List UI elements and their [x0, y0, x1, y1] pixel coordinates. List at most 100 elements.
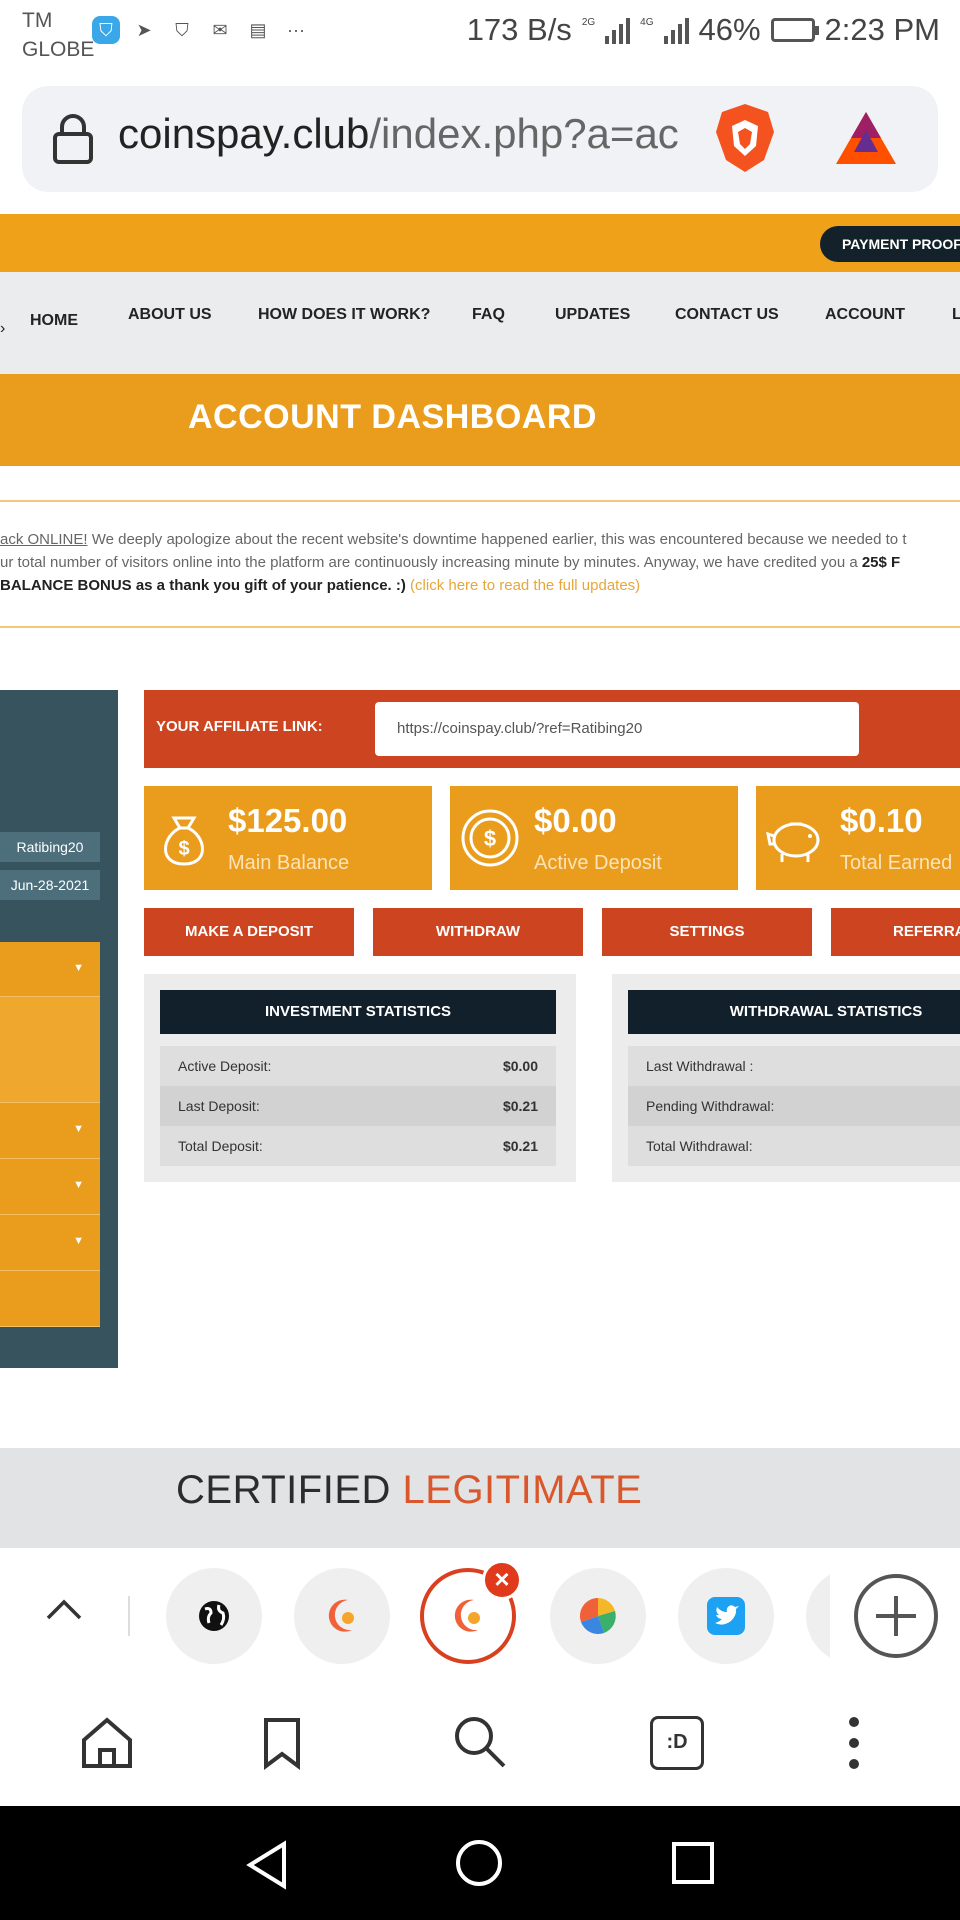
withdrawal-statistics-title: WITHDRAWAL STATISTICS — [628, 990, 960, 1034]
investment-statistics-panel: INVESTMENT STATISTICS Active Deposit: $0.… — [144, 974, 576, 1182]
nav-home[interactable]: HOME — [30, 312, 78, 330]
bat-rewards-icon[interactable] — [834, 108, 898, 168]
affiliate-link-field[interactable]: https://coinspay.club/?ref=Ratibing20 — [375, 702, 859, 756]
shield-app-icon: ⛉ — [92, 16, 120, 44]
home-icon[interactable] — [80, 1716, 134, 1770]
active-deposit-value: $0.00 — [534, 802, 617, 839]
nav-faq[interactable]: FAQ — [472, 306, 505, 324]
sidebar-menu-2[interactable]: ▼ — [0, 1103, 100, 1159]
carrier-name: TM GLOBE — [22, 9, 95, 61]
money-bag-icon: $ — [164, 816, 204, 866]
sidebar-menu-3[interactable]: ▼ — [0, 1159, 100, 1215]
search-icon[interactable] — [452, 1714, 508, 1770]
chevron-down-icon: ▼ — [73, 1235, 84, 1247]
network-type-1: 2G — [581, 16, 596, 28]
tab-strip-edge — [128, 1596, 130, 1636]
sidebar-register-date: Jun-28-2021 — [0, 870, 100, 900]
affiliate-label: YOUR AFFILIATE LINK: — [156, 718, 323, 735]
read-updates-link[interactable]: (click here to read the full updates) — [406, 577, 640, 594]
sidebar-submenu[interactable] — [0, 997, 100, 1103]
active-deposit-label: Active Deposit — [534, 852, 662, 874]
signal-1-icon — [605, 16, 631, 44]
gmail-icon: ✉ — [212, 19, 228, 40]
sidebar-menu-5[interactable] — [0, 1271, 100, 1327]
svg-text:$: $ — [484, 826, 496, 851]
main-balance-card: $ $125.00 Main Balance — [144, 786, 432, 890]
battery-icon — [770, 18, 819, 42]
plus-icon[interactable] — [852, 1572, 940, 1660]
notice-online-link[interactable]: ack ONLINE! — [0, 531, 88, 548]
total-earned-card: $0.10 Total Earned — [756, 786, 960, 890]
url-text[interactable]: coinspay.club/index.php?a=ac — [118, 110, 708, 158]
chevron-down-icon: ▼ — [73, 1179, 84, 1191]
net-speed: 173 B/s — [466, 12, 572, 47]
payment-proofs-button[interactable]: PAYMENT PROOFS — [820, 226, 960, 262]
nav-updates[interactable]: UPDATES — [555, 306, 630, 324]
svg-text:$: $ — [178, 838, 189, 860]
pie-chart-icon — [579, 1598, 616, 1635]
nav-contact-us[interactable]: CONTACT US — [675, 306, 779, 324]
investment-statistics-title: INVESTMENT STATISTICS — [160, 990, 556, 1034]
nav-how-it-works[interactable]: HOW DOES IT WORK? — [258, 306, 430, 324]
globe-icon — [199, 1601, 229, 1631]
coinspay-icon — [454, 1599, 480, 1632]
notice-divider-top — [0, 500, 960, 502]
tab-coinspay-1[interactable] — [294, 1568, 390, 1664]
nav-logout[interactable]: L — [952, 306, 960, 324]
coinspay-icon — [328, 1599, 354, 1632]
network-type-2: 4G — [640, 16, 654, 28]
tabs-switcher-button[interactable]: :D — [650, 1716, 704, 1770]
nav-account[interactable]: ACCOUNT — [825, 306, 905, 324]
browser-toolbar: :D — [0, 1688, 960, 1806]
system-navigation-bar — [0, 1806, 960, 1920]
page-title: ACCOUNT DASHBOARD — [188, 398, 597, 436]
main-balance-value: $125.00 — [228, 802, 348, 839]
settings-button[interactable]: SETTINGS — [602, 908, 812, 956]
chevron-up-icon[interactable] — [44, 1598, 84, 1622]
bookmark-icon[interactable] — [262, 1716, 302, 1770]
tab-twitter[interactable] — [678, 1568, 774, 1664]
system-status: 173 B/s 2G 4G 46% 2:23 PM — [467, 12, 940, 48]
table-row: Active Deposit: $0.00 — [160, 1046, 556, 1086]
brave-shields-icon[interactable] — [712, 102, 778, 174]
total-earned-label: Total Earned — [840, 852, 953, 874]
main-balance-label: Main Balance — [228, 852, 350, 874]
recents-icon[interactable] — [670, 1840, 716, 1886]
notification-icons: ⛉ ➤ ⛉ ✉ ▤ ··· — [92, 16, 310, 44]
nav-overflow-mark: › — [0, 320, 6, 337]
sidebar-menu-1[interactable]: ▼ — [0, 942, 100, 997]
piggy-bank-icon — [766, 822, 820, 862]
active-deposit-card: $ $0.00 Active Deposit — [450, 786, 738, 890]
sidebar-username: Ratibing20 — [0, 832, 100, 862]
coin-icon: $ — [461, 809, 519, 867]
address-bar[interactable]: coinspay.club/index.php?a=ac — [22, 86, 938, 192]
clock: 2:23 PM — [824, 12, 940, 47]
battery-percent: 46% — [698, 12, 761, 47]
withdrawal-statistics-panel: WITHDRAWAL STATISTICS Last Withdrawal : … — [612, 974, 960, 1182]
make-deposit-button[interactable]: MAKE A DEPOSIT — [144, 908, 354, 956]
tab-globe[interactable] — [166, 1568, 262, 1664]
signal-2-icon — [663, 16, 689, 44]
chevron-down-icon: ▼ — [73, 1123, 84, 1135]
close-tab-icon[interactable]: × — [482, 1560, 522, 1600]
chevron-down-icon: ▼ — [73, 962, 84, 974]
news-icon: ▤ — [249, 19, 267, 40]
home-circle-icon[interactable] — [454, 1838, 504, 1888]
tab-pie[interactable] — [550, 1568, 646, 1664]
referrals-button[interactable]: REFERRA — [831, 908, 960, 956]
table-row: Pending Withdrawal: — [628, 1086, 960, 1126]
withdraw-button[interactable]: WITHDRAW — [373, 908, 583, 956]
sidebar-menu-4[interactable]: ▼ — [0, 1215, 100, 1271]
nav-about-us[interactable]: ABOUT US — [128, 306, 212, 324]
affiliate-bar: YOUR AFFILIATE LINK: https://coinspay.cl… — [144, 690, 960, 768]
total-earned-value: $0.10 — [840, 802, 923, 839]
table-row: Last Deposit: $0.21 — [160, 1086, 556, 1126]
account-sidebar: Ratibing20 Jun-28-2021 ▼ ▼ ▼ ▼ — [0, 690, 118, 1368]
back-icon[interactable] — [244, 1840, 290, 1890]
certified-heading: CERTIFIED LEGITIMATE — [176, 1468, 643, 1512]
status-bar: TM GLOBE ⛉ ➤ ⛉ ✉ ▤ ··· 173 B/s 2G 4G 46%… — [0, 0, 960, 82]
notice-divider-bottom — [0, 626, 960, 628]
brave-icon: ⛉ — [175, 19, 189, 40]
menu-dots-icon[interactable] — [842, 1716, 866, 1770]
lock-icon[interactable] — [52, 114, 94, 166]
